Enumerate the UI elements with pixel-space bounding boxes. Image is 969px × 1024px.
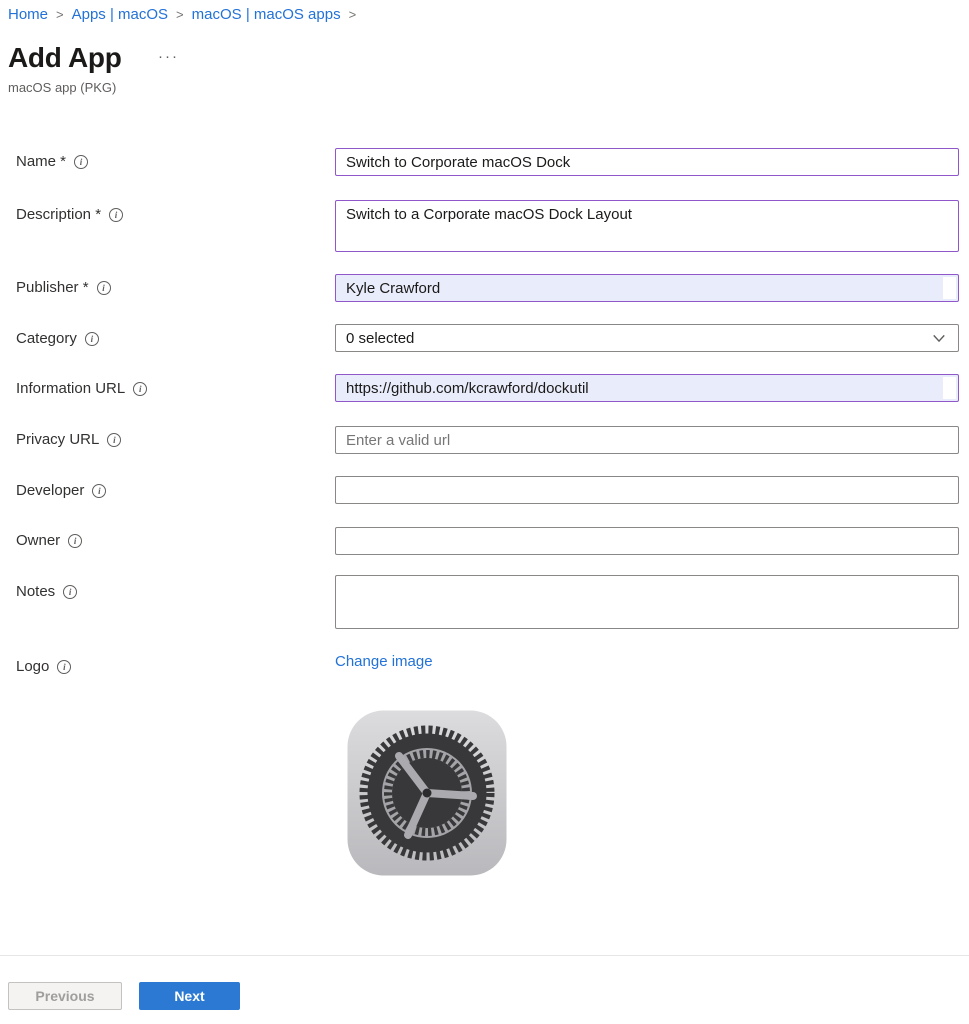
info-icon[interactable]: i xyxy=(74,155,88,169)
information-url-field-wrap xyxy=(335,374,959,402)
name-field-wrap xyxy=(335,148,959,176)
app-logo-image xyxy=(347,710,507,876)
information-url-label: Information URL i xyxy=(16,380,147,397)
owner-input[interactable] xyxy=(335,527,959,555)
breadcrumb-separator: > xyxy=(348,7,358,22)
privacy-url-input[interactable] xyxy=(335,426,959,454)
category-selected-value: 0 selected xyxy=(346,330,414,347)
description-label: Description * i xyxy=(16,206,123,223)
change-image-link[interactable]: Change image xyxy=(335,653,433,670)
breadcrumb-apps-macos[interactable]: Apps | macOS xyxy=(72,6,168,23)
more-options-icon[interactable]: ··· xyxy=(158,48,179,65)
privacy-url-field-wrap xyxy=(335,426,959,454)
developer-input[interactable] xyxy=(335,476,959,504)
add-app-page: Home > Apps | macOS > macOS | macOS apps… xyxy=(0,0,969,1024)
info-icon[interactable]: i xyxy=(97,281,111,295)
description-field-wrap: Switch to a Corporate macOS Dock Layout xyxy=(335,200,959,256)
category-field-wrap: 0 selected xyxy=(335,324,959,352)
info-icon[interactable]: i xyxy=(109,208,123,222)
privacy-url-label: Privacy URL i xyxy=(16,431,121,448)
logo-label: Logo i xyxy=(16,658,71,675)
info-icon[interactable]: i xyxy=(57,660,71,674)
owner-field-wrap xyxy=(335,527,959,555)
developer-field-wrap xyxy=(335,476,959,504)
owner-label: Owner i xyxy=(16,532,82,549)
page-title: Add App xyxy=(8,42,122,74)
page-subtitle: macOS app (PKG) xyxy=(8,80,116,95)
info-icon[interactable]: i xyxy=(85,332,99,346)
breadcrumb-macos-apps[interactable]: macOS | macOS apps xyxy=(192,6,341,23)
category-label: Category i xyxy=(16,330,99,347)
publisher-field-wrap xyxy=(335,274,959,302)
next-button[interactable]: Next xyxy=(139,982,240,1010)
name-label: Name * i xyxy=(16,153,88,170)
description-textarea[interactable]: Switch to a Corporate macOS Dock Layout xyxy=(335,200,959,252)
info-icon[interactable]: i xyxy=(133,382,147,396)
breadcrumb-separator: > xyxy=(55,7,65,22)
footer-divider xyxy=(0,955,969,956)
breadcrumb-home[interactable]: Home xyxy=(8,6,48,23)
publisher-label: Publisher * i xyxy=(16,279,111,296)
notes-label: Notes i xyxy=(16,583,77,600)
notes-field-wrap xyxy=(335,575,959,633)
developer-label: Developer i xyxy=(16,482,106,499)
notes-textarea[interactable] xyxy=(335,575,959,629)
info-icon[interactable]: i xyxy=(63,585,77,599)
publisher-input[interactable] xyxy=(335,274,959,302)
previous-button[interactable]: Previous xyxy=(8,982,122,1010)
macos-settings-gear-icon xyxy=(347,710,507,876)
info-icon[interactable]: i xyxy=(68,534,82,548)
info-icon[interactable]: i xyxy=(92,484,106,498)
category-dropdown[interactable]: 0 selected xyxy=(335,324,959,352)
info-icon[interactable]: i xyxy=(107,433,121,447)
breadcrumb: Home > Apps | macOS > macOS | macOS apps… xyxy=(8,6,357,23)
information-url-input[interactable] xyxy=(335,374,959,402)
chevron-down-icon xyxy=(932,331,946,345)
name-input[interactable] xyxy=(335,148,959,176)
breadcrumb-separator: > xyxy=(175,7,185,22)
